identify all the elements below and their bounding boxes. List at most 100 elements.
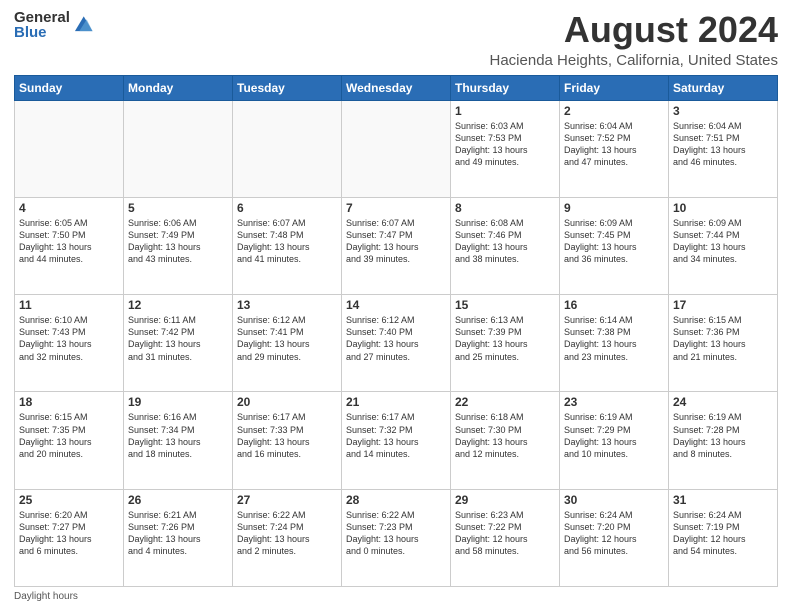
calendar-cell: 18 Sunrise: 6:15 AM Sunset: 7:35 PM Dayli… <box>15 392 124 489</box>
logo-icon <box>72 12 94 34</box>
weekday-header: Tuesday <box>233 75 342 100</box>
day-info: Sunrise: 6:06 AM Sunset: 7:49 PM Dayligh… <box>128 217 228 266</box>
day-number: 25 <box>19 493 119 507</box>
day-number: 1 <box>455 104 555 118</box>
day-number: 19 <box>128 395 228 409</box>
calendar-cell: 9 Sunrise: 6:09 AM Sunset: 7:45 PM Daylig… <box>560 197 669 294</box>
calendar-cell: 13Sunrise: 6:12 AM Sunset: 7:41 PM Dayli… <box>233 295 342 392</box>
day-info: Sunrise: 6:22 AM Sunset: 7:23 PM Dayligh… <box>346 509 446 558</box>
calendar-week-row: 18 Sunrise: 6:15 AM Sunset: 7:35 PM Dayli… <box>15 392 778 489</box>
calendar-cell: 12 Sunrise: 6:11 AM Sunset: 7:42 PM Dayli… <box>124 295 233 392</box>
day-number: 29 <box>455 493 555 507</box>
day-info: Sunrise: 6:12 AM Sunset: 7:41 PM Dayligh… <box>237 314 337 363</box>
subtitle: Hacienda Heights, California, United Sta… <box>490 52 779 69</box>
day-number: 3 <box>673 104 773 118</box>
day-info: Sunrise: 6:09 AM Sunset: 7:45 PM Dayligh… <box>564 217 664 266</box>
day-number: 26 <box>128 493 228 507</box>
day-info: Sunrise: 6:19 AM Sunset: 7:28 PM Dayligh… <box>673 411 773 460</box>
day-info: Sunrise: 6:15 AM Sunset: 7:36 PM Dayligh… <box>673 314 773 363</box>
day-number: 16 <box>564 298 664 312</box>
calendar-week-row: 1 Sunrise: 6:03 AM Sunset: 7:53 PM Daylig… <box>15 100 778 197</box>
day-number: 31 <box>673 493 773 507</box>
day-info: Sunrise: 6:16 AM Sunset: 7:34 PM Dayligh… <box>128 411 228 460</box>
day-info: Sunrise: 6:19 AM Sunset: 7:29 PM Dayligh… <box>564 411 664 460</box>
calendar-cell: 1 Sunrise: 6:03 AM Sunset: 7:53 PM Daylig… <box>451 100 560 197</box>
calendar-cell: 2Sunrise: 6:04 AM Sunset: 7:52 PM Daylig… <box>560 100 669 197</box>
weekday-header: Saturday <box>669 75 778 100</box>
calendar-cell <box>15 100 124 197</box>
day-number: 7 <box>346 201 446 215</box>
day-number: 23 <box>564 395 664 409</box>
day-info: Sunrise: 6:05 AM Sunset: 7:50 PM Dayligh… <box>19 217 119 266</box>
weekday-header-row: SundayMondayTuesdayWednesdayThursdayFrid… <box>15 75 778 100</box>
calendar-cell: 19 Sunrise: 6:16 AM Sunset: 7:34 PM Dayli… <box>124 392 233 489</box>
title-block: August 2024 Hacienda Heights, California… <box>490 10 779 69</box>
day-number: 21 <box>346 395 446 409</box>
day-info: Sunrise: 6:21 AM Sunset: 7:26 PM Dayligh… <box>128 509 228 558</box>
logo-text: General Blue <box>14 10 70 40</box>
day-info: Sunrise: 6:09 AM Sunset: 7:44 PM Dayligh… <box>673 217 773 266</box>
calendar: SundayMondayTuesdayWednesdayThursdayFrid… <box>14 75 778 587</box>
legend: Daylight hours <box>14 591 778 602</box>
day-info: Sunrise: 6:08 AM Sunset: 7:46 PM Dayligh… <box>455 217 555 266</box>
day-number: 11 <box>19 298 119 312</box>
day-number: 10 <box>673 201 773 215</box>
day-number: 8 <box>455 201 555 215</box>
day-info: Sunrise: 6:24 AM Sunset: 7:19 PM Dayligh… <box>673 509 773 558</box>
day-info: Sunrise: 6:03 AM Sunset: 7:53 PM Dayligh… <box>455 120 555 169</box>
day-info: Sunrise: 6:18 AM Sunset: 7:30 PM Dayligh… <box>455 411 555 460</box>
calendar-cell: 15Sunrise: 6:13 AM Sunset: 7:39 PM Dayli… <box>451 295 560 392</box>
calendar-week-row: 4 Sunrise: 6:05 AM Sunset: 7:50 PM Daylig… <box>15 197 778 294</box>
calendar-cell: 16Sunrise: 6:14 AM Sunset: 7:38 PM Dayli… <box>560 295 669 392</box>
day-info: Sunrise: 6:13 AM Sunset: 7:39 PM Dayligh… <box>455 314 555 363</box>
calendar-cell: 28 Sunrise: 6:22 AM Sunset: 7:23 PM Dayli… <box>342 489 451 586</box>
day-number: 17 <box>673 298 773 312</box>
logo: General Blue <box>14 10 94 40</box>
page: General Blue August 2024 Hacienda Height… <box>0 0 792 612</box>
calendar-cell: 10 Sunrise: 6:09 AM Sunset: 7:44 PM Dayli… <box>669 197 778 294</box>
day-number: 22 <box>455 395 555 409</box>
calendar-week-row: 25 Sunrise: 6:20 AM Sunset: 7:27 PM Dayli… <box>15 489 778 586</box>
day-number: 14 <box>346 298 446 312</box>
weekday-header: Friday <box>560 75 669 100</box>
weekday-header: Monday <box>124 75 233 100</box>
day-number: 28 <box>346 493 446 507</box>
calendar-cell <box>124 100 233 197</box>
day-info: Sunrise: 6:11 AM Sunset: 7:42 PM Dayligh… <box>128 314 228 363</box>
day-number: 27 <box>237 493 337 507</box>
calendar-cell: 26 Sunrise: 6:21 AM Sunset: 7:26 PM Dayli… <box>124 489 233 586</box>
calendar-cell: 17 Sunrise: 6:15 AM Sunset: 7:36 PM Dayli… <box>669 295 778 392</box>
daylight-label: Daylight hours <box>14 591 78 602</box>
calendar-cell: 14 Sunrise: 6:12 AM Sunset: 7:40 PM Dayli… <box>342 295 451 392</box>
day-number: 5 <box>128 201 228 215</box>
calendar-cell: 4 Sunrise: 6:05 AM Sunset: 7:50 PM Daylig… <box>15 197 124 294</box>
day-number: 12 <box>128 298 228 312</box>
calendar-cell: 27 Sunrise: 6:22 AM Sunset: 7:24 PM Dayli… <box>233 489 342 586</box>
day-info: Sunrise: 6:15 AM Sunset: 7:35 PM Dayligh… <box>19 411 119 460</box>
day-number: 20 <box>237 395 337 409</box>
day-info: Sunrise: 6:17 AM Sunset: 7:32 PM Dayligh… <box>346 411 446 460</box>
day-info: Sunrise: 6:17 AM Sunset: 7:33 PM Dayligh… <box>237 411 337 460</box>
calendar-cell: 29 Sunrise: 6:23 AM Sunset: 7:22 PM Dayli… <box>451 489 560 586</box>
day-number: 18 <box>19 395 119 409</box>
day-info: Sunrise: 6:07 AM Sunset: 7:47 PM Dayligh… <box>346 217 446 266</box>
day-number: 4 <box>19 201 119 215</box>
day-number: 9 <box>564 201 664 215</box>
calendar-cell: 24 Sunrise: 6:19 AM Sunset: 7:28 PM Dayli… <box>669 392 778 489</box>
logo-general: General <box>14 10 70 25</box>
day-info: Sunrise: 6:04 AM Sunset: 7:51 PM Dayligh… <box>673 120 773 169</box>
calendar-cell: 5 Sunrise: 6:06 AM Sunset: 7:49 PM Daylig… <box>124 197 233 294</box>
day-info: Sunrise: 6:12 AM Sunset: 7:40 PM Dayligh… <box>346 314 446 363</box>
weekday-header: Wednesday <box>342 75 451 100</box>
calendar-cell: 11Sunrise: 6:10 AM Sunset: 7:43 PM Dayli… <box>15 295 124 392</box>
day-info: Sunrise: 6:22 AM Sunset: 7:24 PM Dayligh… <box>237 509 337 558</box>
day-info: Sunrise: 6:07 AM Sunset: 7:48 PM Dayligh… <box>237 217 337 266</box>
calendar-cell: 21 Sunrise: 6:17 AM Sunset: 7:32 PM Dayli… <box>342 392 451 489</box>
logo-blue: Blue <box>14 25 70 40</box>
day-number: 24 <box>673 395 773 409</box>
day-info: Sunrise: 6:23 AM Sunset: 7:22 PM Dayligh… <box>455 509 555 558</box>
day-info: Sunrise: 6:24 AM Sunset: 7:20 PM Dayligh… <box>564 509 664 558</box>
calendar-cell: 20 Sunrise: 6:17 AM Sunset: 7:33 PM Dayli… <box>233 392 342 489</box>
day-info: Sunrise: 6:20 AM Sunset: 7:27 PM Dayligh… <box>19 509 119 558</box>
calendar-cell: 8 Sunrise: 6:08 AM Sunset: 7:46 PM Daylig… <box>451 197 560 294</box>
